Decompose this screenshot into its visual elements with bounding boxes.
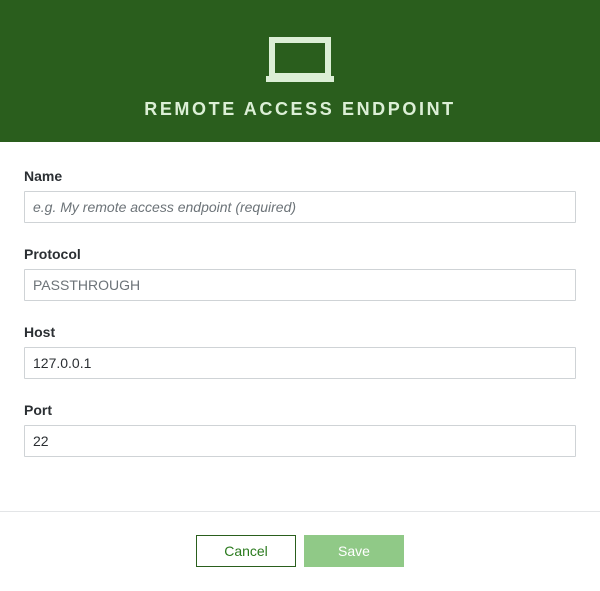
protocol-label: Protocol xyxy=(24,246,81,262)
footer-divider xyxy=(0,511,600,512)
host-input[interactable] xyxy=(24,347,576,379)
port-label: Port xyxy=(24,402,52,418)
laptop-icon xyxy=(266,37,334,82)
host-label: Host xyxy=(24,324,56,340)
port-field-group: Port xyxy=(24,402,576,457)
protocol-input xyxy=(24,269,576,301)
dialog-title: REMOTE ACCESS ENDPOINT xyxy=(144,99,456,119)
name-input[interactable] xyxy=(24,191,576,223)
name-field-group: Name xyxy=(24,168,576,223)
endpoint-form: Name Protocol Host Port xyxy=(24,168,576,480)
host-field-group: Host xyxy=(24,324,576,379)
remote-access-endpoint-dialog: REMOTE ACCESS ENDPOINT Name Protocol Hos… xyxy=(0,0,600,591)
dialog-header: REMOTE ACCESS ENDPOINT xyxy=(0,0,600,142)
protocol-field-group: Protocol xyxy=(24,246,576,301)
cancel-button[interactable]: Cancel xyxy=(196,535,296,567)
name-label: Name xyxy=(24,168,63,184)
port-input[interactable] xyxy=(24,425,576,457)
save-button[interactable]: Save xyxy=(304,535,404,567)
